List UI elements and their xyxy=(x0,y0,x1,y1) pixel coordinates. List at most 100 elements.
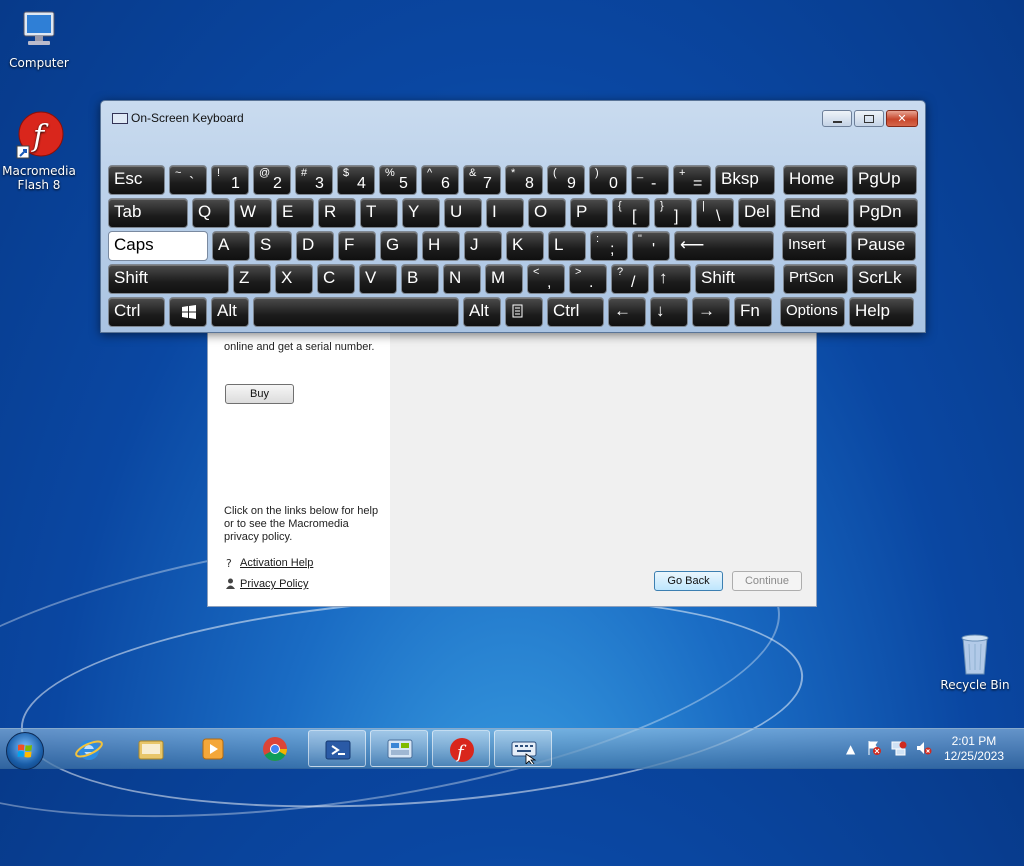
key-symbol-1-11[interactable]: {[ xyxy=(612,198,650,228)
key-pause[interactable]: Pause xyxy=(851,231,916,261)
key-z[interactable]: Z xyxy=(233,264,271,294)
key-print-screen[interactable]: PrtScn xyxy=(783,264,848,294)
key-caps-lock[interactable]: Caps xyxy=(108,231,208,261)
key-symbol-1-13[interactable]: | \ xyxy=(696,198,734,228)
key-e[interactable]: E xyxy=(276,198,314,228)
activation-help-link[interactable]: Activation Help xyxy=(240,557,313,569)
key-shift[interactable]: Shift xyxy=(695,264,775,294)
close-button[interactable]: ✕ xyxy=(886,110,918,127)
maximize-button[interactable] xyxy=(854,110,884,127)
key-delete[interactable]: Del xyxy=(738,198,776,228)
key-end[interactable]: End xyxy=(784,198,849,228)
key-g[interactable]: G xyxy=(380,231,418,261)
key-symbol-2-11[interactable]: " ' xyxy=(632,231,670,261)
desktop-icon-recycle-bin[interactable]: Recycle Bin xyxy=(937,630,1013,692)
key-8[interactable]: * 8 xyxy=(505,165,543,195)
key-j[interactable]: J xyxy=(464,231,502,261)
key-windows[interactable] xyxy=(169,297,207,327)
taskbar-macromedia-flash[interactable]: f xyxy=(432,730,490,767)
go-back-button[interactable]: Go Back xyxy=(654,571,723,591)
key-c[interactable]: C xyxy=(317,264,355,294)
taskbar-control-panel[interactable] xyxy=(370,730,428,767)
key-s[interactable]: S xyxy=(254,231,292,261)
key-a[interactable]: A xyxy=(212,231,250,261)
key-f[interactable]: F xyxy=(338,231,376,261)
key-tab[interactable]: Tab xyxy=(108,198,188,228)
key-fn[interactable]: Fn xyxy=(734,297,772,327)
key-symbol-3-8[interactable]: <, xyxy=(527,264,565,294)
key-help[interactable]: Help xyxy=(849,297,914,327)
taskbar-powershell[interactable] xyxy=(308,730,366,767)
key-w[interactable]: W xyxy=(234,198,272,228)
key-x[interactable]: X xyxy=(275,264,313,294)
continue-button[interactable]: Continue xyxy=(732,571,802,591)
key-menu[interactable] xyxy=(505,297,543,327)
minimize-button[interactable] xyxy=(822,110,852,127)
action-center-icon[interactable] xyxy=(866,740,882,759)
start-button[interactable] xyxy=(6,732,44,770)
desktop-icon-computer[interactable]: Computer xyxy=(1,8,77,70)
key-h[interactable]: H xyxy=(422,231,460,261)
taskbar-chrome[interactable] xyxy=(246,730,304,767)
key-k[interactable]: K xyxy=(506,231,544,261)
key-home[interactable]: Home xyxy=(783,165,848,195)
key-1[interactable]: ! 1 xyxy=(211,165,249,195)
key-symbol-0-13[interactable]: + = xyxy=(673,165,711,195)
key-p[interactable]: P xyxy=(570,198,608,228)
privacy-policy-link[interactable]: Privacy Policy xyxy=(240,578,308,590)
key-2[interactable]: @2 xyxy=(253,165,291,195)
taskbar-file-explorer[interactable] xyxy=(122,730,180,767)
key-ctrl[interactable]: Ctrl xyxy=(108,297,165,327)
key-b[interactable]: B xyxy=(401,264,439,294)
key-9[interactable]: (9 xyxy=(547,165,585,195)
key-esc[interactable]: Esc xyxy=(108,165,165,195)
key-l[interactable]: L xyxy=(548,231,586,261)
key-symbol-0-12[interactable]: _ - xyxy=(631,165,669,195)
osk-titlebar[interactable]: On-Screen Keyboard ✕ xyxy=(101,101,925,131)
key-up-arrow[interactable]: ↑ xyxy=(653,264,691,294)
key-u[interactable]: U xyxy=(444,198,482,228)
taskbar-media-player[interactable] xyxy=(184,730,242,767)
key-scroll-lock[interactable]: ScrLk xyxy=(852,264,917,294)
volume-muted-icon[interactable] xyxy=(915,740,933,759)
key-backspace[interactable]: Bksp xyxy=(715,165,775,195)
key-4[interactable]: $4 xyxy=(337,165,375,195)
key-n[interactable]: N xyxy=(443,264,481,294)
key-ctrl[interactable]: Ctrl xyxy=(547,297,604,327)
key-o[interactable]: O xyxy=(528,198,566,228)
key-page-up[interactable]: PgUp xyxy=(852,165,917,195)
key-3[interactable]: #3 xyxy=(295,165,333,195)
key-alt[interactable]: Alt xyxy=(211,297,249,327)
key-v[interactable]: V xyxy=(359,264,397,294)
key-enter[interactable]: ⟵ xyxy=(674,231,774,261)
key-right-arrow[interactable]: → xyxy=(692,297,730,327)
key-d[interactable]: D xyxy=(296,231,334,261)
system-clock[interactable]: 2:01 PM 12/25/2023 xyxy=(944,734,1004,764)
key-options[interactable]: Options xyxy=(780,297,845,327)
key-alt[interactable]: Alt xyxy=(463,297,501,327)
desktop-icon-macromedia-flash[interactable]: f Macromedia Flash 8 xyxy=(1,110,77,192)
key-left-arrow[interactable]: ← xyxy=(608,297,646,327)
key-m[interactable]: M xyxy=(485,264,523,294)
key-symbol-1-12[interactable]: }] xyxy=(654,198,692,228)
key-symbol-3-10[interactable]: ? / xyxy=(611,264,649,294)
key-symbol-3-9[interactable]: >. xyxy=(569,264,607,294)
key-0[interactable]: ) 0 xyxy=(589,165,627,195)
key-symbol-2-10[interactable]: :; xyxy=(590,231,628,261)
key-t[interactable]: T xyxy=(360,198,398,228)
buy-button[interactable]: Buy xyxy=(225,384,294,404)
key-q[interactable]: Q xyxy=(192,198,230,228)
taskbar-on-screen-keyboard[interactable] xyxy=(494,730,552,767)
taskbar-internet-explorer[interactable] xyxy=(60,730,118,767)
key-5[interactable]: % 5 xyxy=(379,165,417,195)
key-6[interactable]: ^ 6 xyxy=(421,165,459,195)
key-7[interactable]: & 7 xyxy=(463,165,501,195)
key-insert[interactable]: Insert xyxy=(782,231,847,261)
key-symbol-0-1[interactable]: ~ ` xyxy=(169,165,207,195)
key-y[interactable]: Y xyxy=(402,198,440,228)
key-page-down[interactable]: PgDn xyxy=(853,198,918,228)
tray-overflow-chevron[interactable]: ▲ xyxy=(846,742,855,756)
key-r[interactable]: R xyxy=(318,198,356,228)
key-down-arrow[interactable]: ↓ xyxy=(650,297,688,327)
key-space[interactable] xyxy=(253,297,459,327)
